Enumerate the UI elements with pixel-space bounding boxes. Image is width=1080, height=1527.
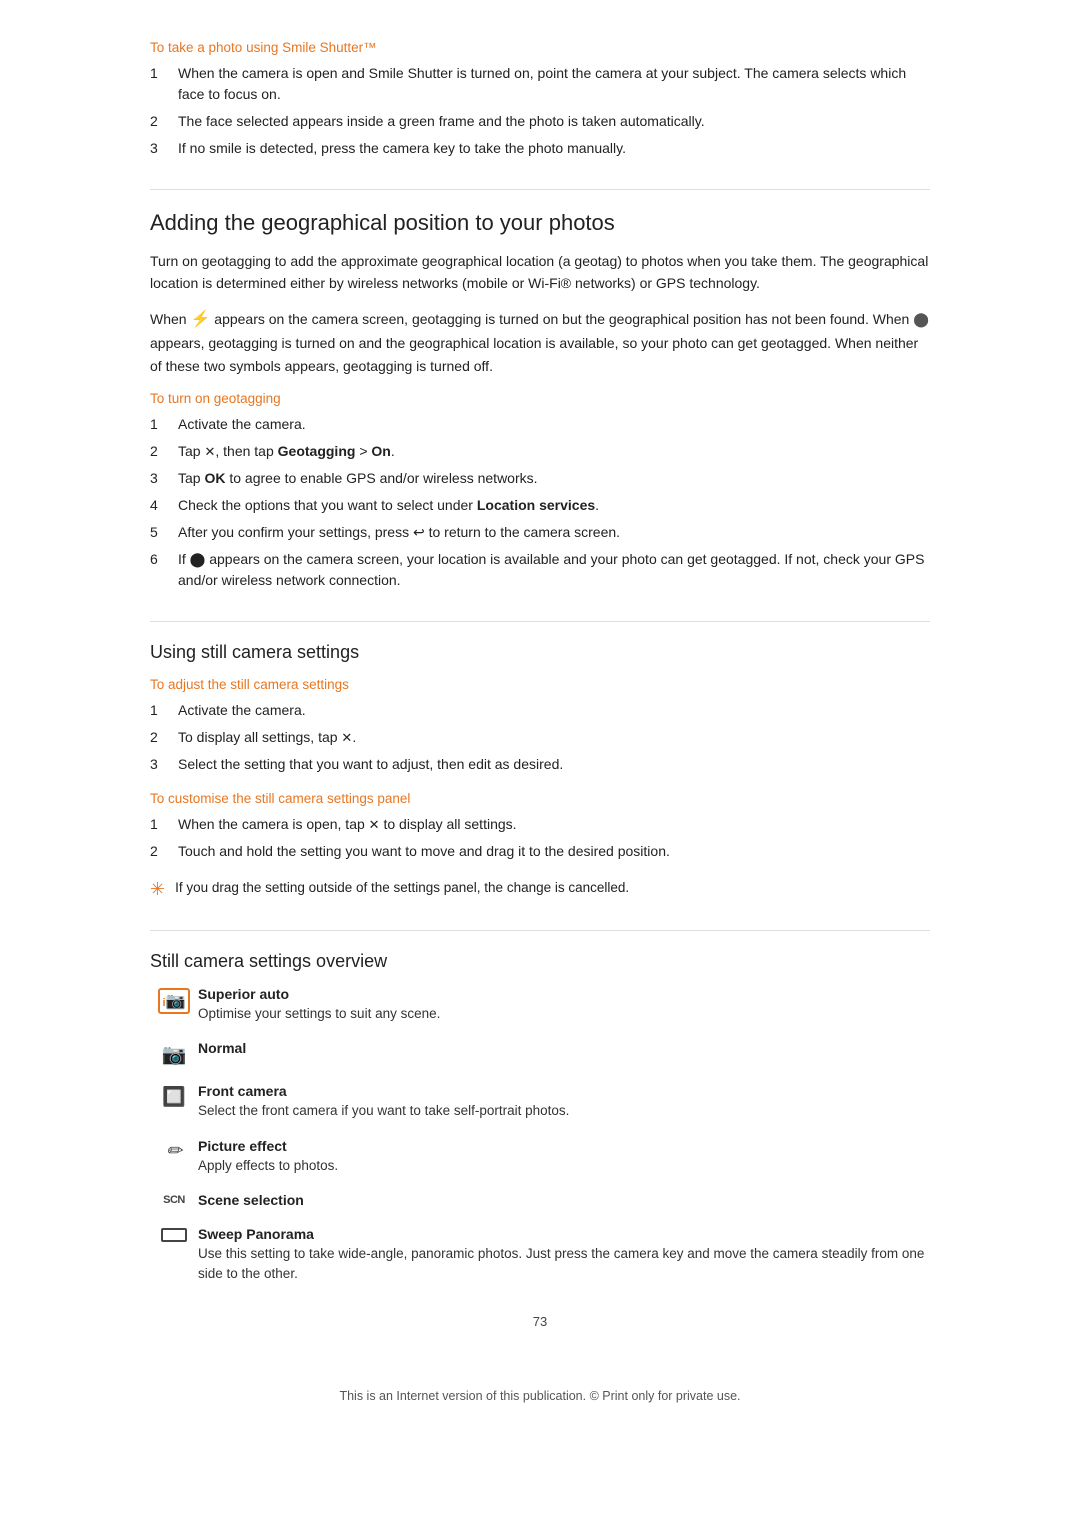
list-item: 6 If ⬤ appears on the camera screen, you… [150,549,930,591]
settings-text-sweep-panorama: Sweep Panorama Use this setting to take … [198,1226,930,1285]
setting-desc: Use this setting to take wide-angle, pan… [198,1244,930,1285]
geo-turn-on-heading: To turn on geotagging [150,391,930,406]
settings-text-normal: Normal [198,1040,930,1058]
overview-section: Still camera settings overview i📷 Superi… [150,930,930,1284]
geo-body2: When ⚡ appears on the camera screen, geo… [150,307,930,377]
camera-icon: 📷 [150,1040,198,1067]
still-camera-section: Using still camera settings To adjust th… [150,621,930,900]
tip-text: If you drag the setting outside of the s… [175,878,629,898]
settings-text-scene-selection: Scene selection [198,1192,930,1210]
list-item: 4 Check the options that you want to sel… [150,495,930,516]
setting-desc: Select the front camera if you want to t… [198,1101,930,1121]
smile-shutter-section: To take a photo using Smile Shutter™ 1 W… [150,40,930,159]
tip-box: ✳ If you drag the setting outside of the… [150,878,930,900]
list-item: 2 Tap ✕, then tap Geotagging > On. [150,441,930,462]
page-footer: This is an Internet version of this publ… [150,1389,930,1403]
settings-row-sweep-panorama: Sweep Panorama Use this setting to take … [150,1226,930,1285]
list-item: 2 To display all settings, tap ✕. [150,727,930,748]
list-item: 1 When the camera is open, tap ✕ to disp… [150,814,930,835]
smile-steps-list: 1 When the camera is open and Smile Shut… [150,63,930,159]
picture-effect-icon: ✏ [150,1138,198,1163]
list-item: 2 The face selected appears inside a gre… [150,111,930,132]
adjust-steps-list: 1 Activate the camera. 2 To display all … [150,700,930,775]
customise-steps-list: 1 When the camera is open, tap ✕ to disp… [150,814,930,862]
settings-row-normal: 📷 Normal [150,1040,930,1067]
overview-heading: Still camera settings overview [150,930,930,972]
setting-title: Normal [198,1040,930,1056]
list-item: 3 Tap OK to agree to enable GPS and/or w… [150,468,930,489]
page-content: To take a photo using Smile Shutter™ 1 W… [150,40,930,1403]
superior-auto-icon: i📷 [150,986,198,1014]
list-item: 3 Select the setting that you want to ad… [150,754,930,775]
still-main-heading: Using still camera settings [150,621,930,663]
settings-text-front-camera: Front camera Select the front camera if … [198,1083,930,1121]
geo-main-heading: Adding the geographical position to your… [150,189,930,236]
smile-shutter-heading: To take a photo using Smile Shutter™ [150,40,930,55]
setting-title: Front camera [198,1083,930,1099]
panorama-icon [150,1226,198,1242]
settings-list: i📷 Superior auto Optimise your settings … [150,986,930,1284]
setting-desc: Apply effects to photos. [198,1156,930,1176]
setting-desc: Optimise your settings to suit any scene… [198,1004,930,1024]
front-camera-icon: 🔲 [150,1083,198,1109]
list-item: 3 If no smile is detected, press the cam… [150,138,930,159]
settings-row-front-camera: 🔲 Front camera Select the front camera i… [150,1083,930,1121]
setting-title: Superior auto [198,986,930,1002]
geo-steps-list: 1 Activate the camera. 2 Tap ✕, then tap… [150,414,930,591]
geo-body1: Turn on geotagging to add the approximat… [150,250,930,295]
settings-row-picture-effect: ✏ Picture effect Apply effects to photos… [150,1138,930,1176]
scn-icon: SCN [150,1192,198,1206]
setting-title: Scene selection [198,1192,930,1208]
list-item: 1 Activate the camera. [150,414,930,435]
customise-heading: To customise the still camera settings p… [150,791,930,806]
list-item: 2 Touch and hold the setting you want to… [150,841,930,862]
settings-text-superior-auto: Superior auto Optimise your settings to … [198,986,930,1024]
list-item: 1 Activate the camera. [150,700,930,721]
geo-section: Adding the geographical position to your… [150,189,930,591]
settings-row-scene-selection: SCN Scene selection [150,1192,930,1210]
page-number: 73 [150,1314,930,1329]
settings-row-superior-auto: i📷 Superior auto Optimise your settings … [150,986,930,1024]
adjust-heading: To adjust the still camera settings [150,677,930,692]
settings-text-picture-effect: Picture effect Apply effects to photos. [198,1138,930,1176]
list-item: 5 After you confirm your settings, press… [150,522,930,543]
setting-title: Picture effect [198,1138,930,1154]
list-item: 1 When the camera is open and Smile Shut… [150,63,930,105]
setting-title: Sweep Panorama [198,1226,930,1242]
tip-icon: ✳ [150,879,165,900]
